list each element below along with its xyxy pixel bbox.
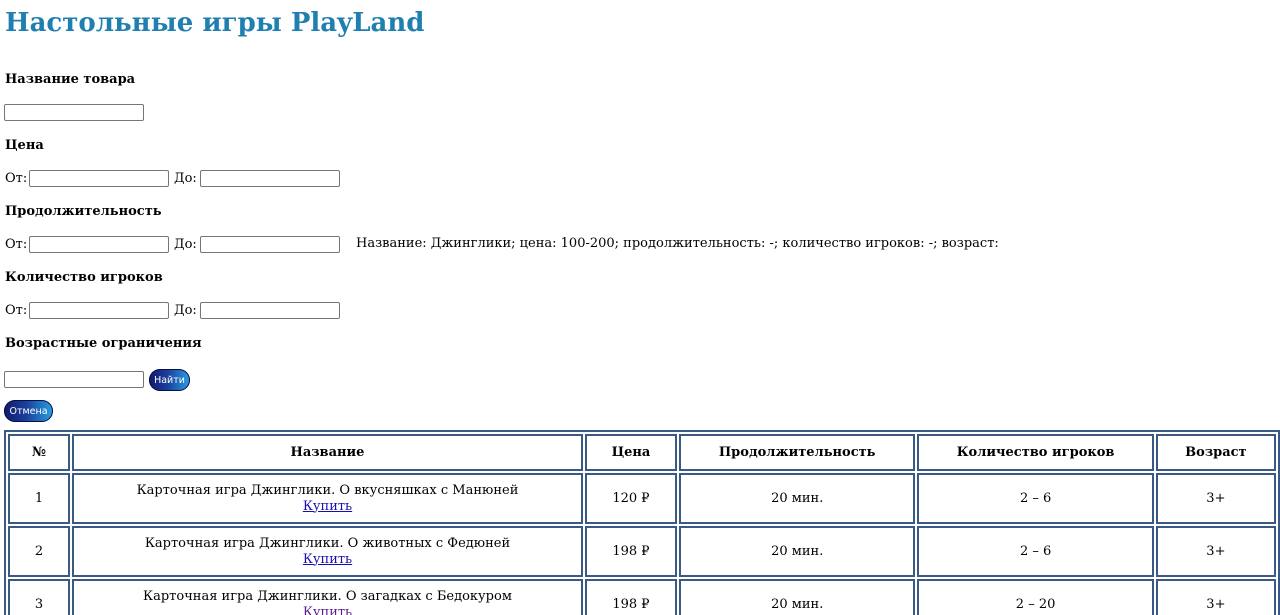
price-from-label: От: xyxy=(5,171,28,186)
table-row: 1 Карточная игра Джинглики. О вкусняшках… xyxy=(8,473,1276,524)
row-players: 2 – 6 xyxy=(917,473,1154,524)
players-from-input[interactable] xyxy=(29,302,169,319)
row-age: 3+ xyxy=(1155,473,1276,524)
header-duration: Продолжительность xyxy=(679,434,916,471)
table-header-row: № Название Цена Продолжительность Количе… xyxy=(8,434,1276,471)
row-age: 3+ xyxy=(1155,579,1276,615)
row-price: 120 ₽ xyxy=(584,473,678,524)
page: Настольные игры PlayLand Название товара… xyxy=(0,0,1280,615)
header-players: Количество игроков xyxy=(917,434,1154,471)
row-players: 2 – 6 xyxy=(917,526,1154,577)
buy-link[interactable]: Купить xyxy=(303,605,352,615)
age-filter-label: Возрастные ограничения xyxy=(5,336,202,351)
row-number: 3 xyxy=(8,579,71,615)
row-duration: 20 мин. xyxy=(679,526,916,577)
filter-summary: Название: Джинглики; цена: 100-200; прод… xyxy=(356,236,999,251)
players-to-label: До: xyxy=(174,303,197,318)
page-title: Настольные игры PlayLand xyxy=(5,8,425,38)
product-name: Карточная игра Джинглики. О животных с Ф… xyxy=(144,535,511,551)
row-name-cell: Карточная игра Джинглики. О загадках с Б… xyxy=(72,579,583,615)
product-name: Карточная игра Джинглики. О загадках с Б… xyxy=(143,588,512,604)
table-row: 2 Карточная игра Джинглики. О животных с… xyxy=(8,526,1276,577)
row-price: 198 ₽ xyxy=(584,526,678,577)
duration-from-input[interactable] xyxy=(29,236,169,253)
price-filter-label: Цена xyxy=(5,138,44,153)
name-filter-label: Название товара xyxy=(5,72,136,87)
players-to-input[interactable] xyxy=(200,302,340,319)
duration-to-label: До: xyxy=(174,237,197,252)
row-price: 198 ₽ xyxy=(584,579,678,615)
age-input[interactable] xyxy=(4,371,144,388)
results-table: № Название Цена Продолжительность Количе… xyxy=(4,430,1280,615)
row-number: 1 xyxy=(8,473,71,524)
table-row: 3 Карточная игра Джинглики. О загадках с… xyxy=(8,579,1276,615)
header-name: Название xyxy=(72,434,583,471)
name-input[interactable] xyxy=(4,104,144,121)
buy-link[interactable]: Купить xyxy=(303,552,352,567)
buy-link[interactable]: Купить xyxy=(303,499,352,514)
header-number: № xyxy=(8,434,71,471)
header-age: Возраст xyxy=(1155,434,1276,471)
row-age: 3+ xyxy=(1155,526,1276,577)
product-name: Карточная игра Джинглики. О вкусняшках с… xyxy=(136,482,519,498)
header-price: Цена xyxy=(584,434,678,471)
row-duration: 20 мин. xyxy=(679,473,916,524)
row-name-cell: Карточная игра Джинглики. О вкусняшках с… xyxy=(72,473,583,524)
players-filter-label: Количество игроков xyxy=(5,270,163,285)
players-from-label: От: xyxy=(5,303,28,318)
row-duration: 20 мин. xyxy=(679,579,916,615)
price-to-label: До: xyxy=(174,171,197,186)
search-button[interactable]: Найти xyxy=(149,369,190,391)
price-from-input[interactable] xyxy=(29,170,169,187)
results-table-container: № Название Цена Продолжительность Количе… xyxy=(4,430,1280,615)
duration-to-input[interactable] xyxy=(200,236,340,253)
cancel-button[interactable]: Отмена xyxy=(4,400,53,422)
row-number: 2 xyxy=(8,526,71,577)
duration-filter-label: Продолжительность xyxy=(5,204,162,219)
duration-from-label: От: xyxy=(5,237,28,252)
price-to-input[interactable] xyxy=(200,170,340,187)
row-players: 2 – 20 xyxy=(917,579,1154,615)
row-name-cell: Карточная игра Джинглики. О животных с Ф… xyxy=(72,526,583,577)
